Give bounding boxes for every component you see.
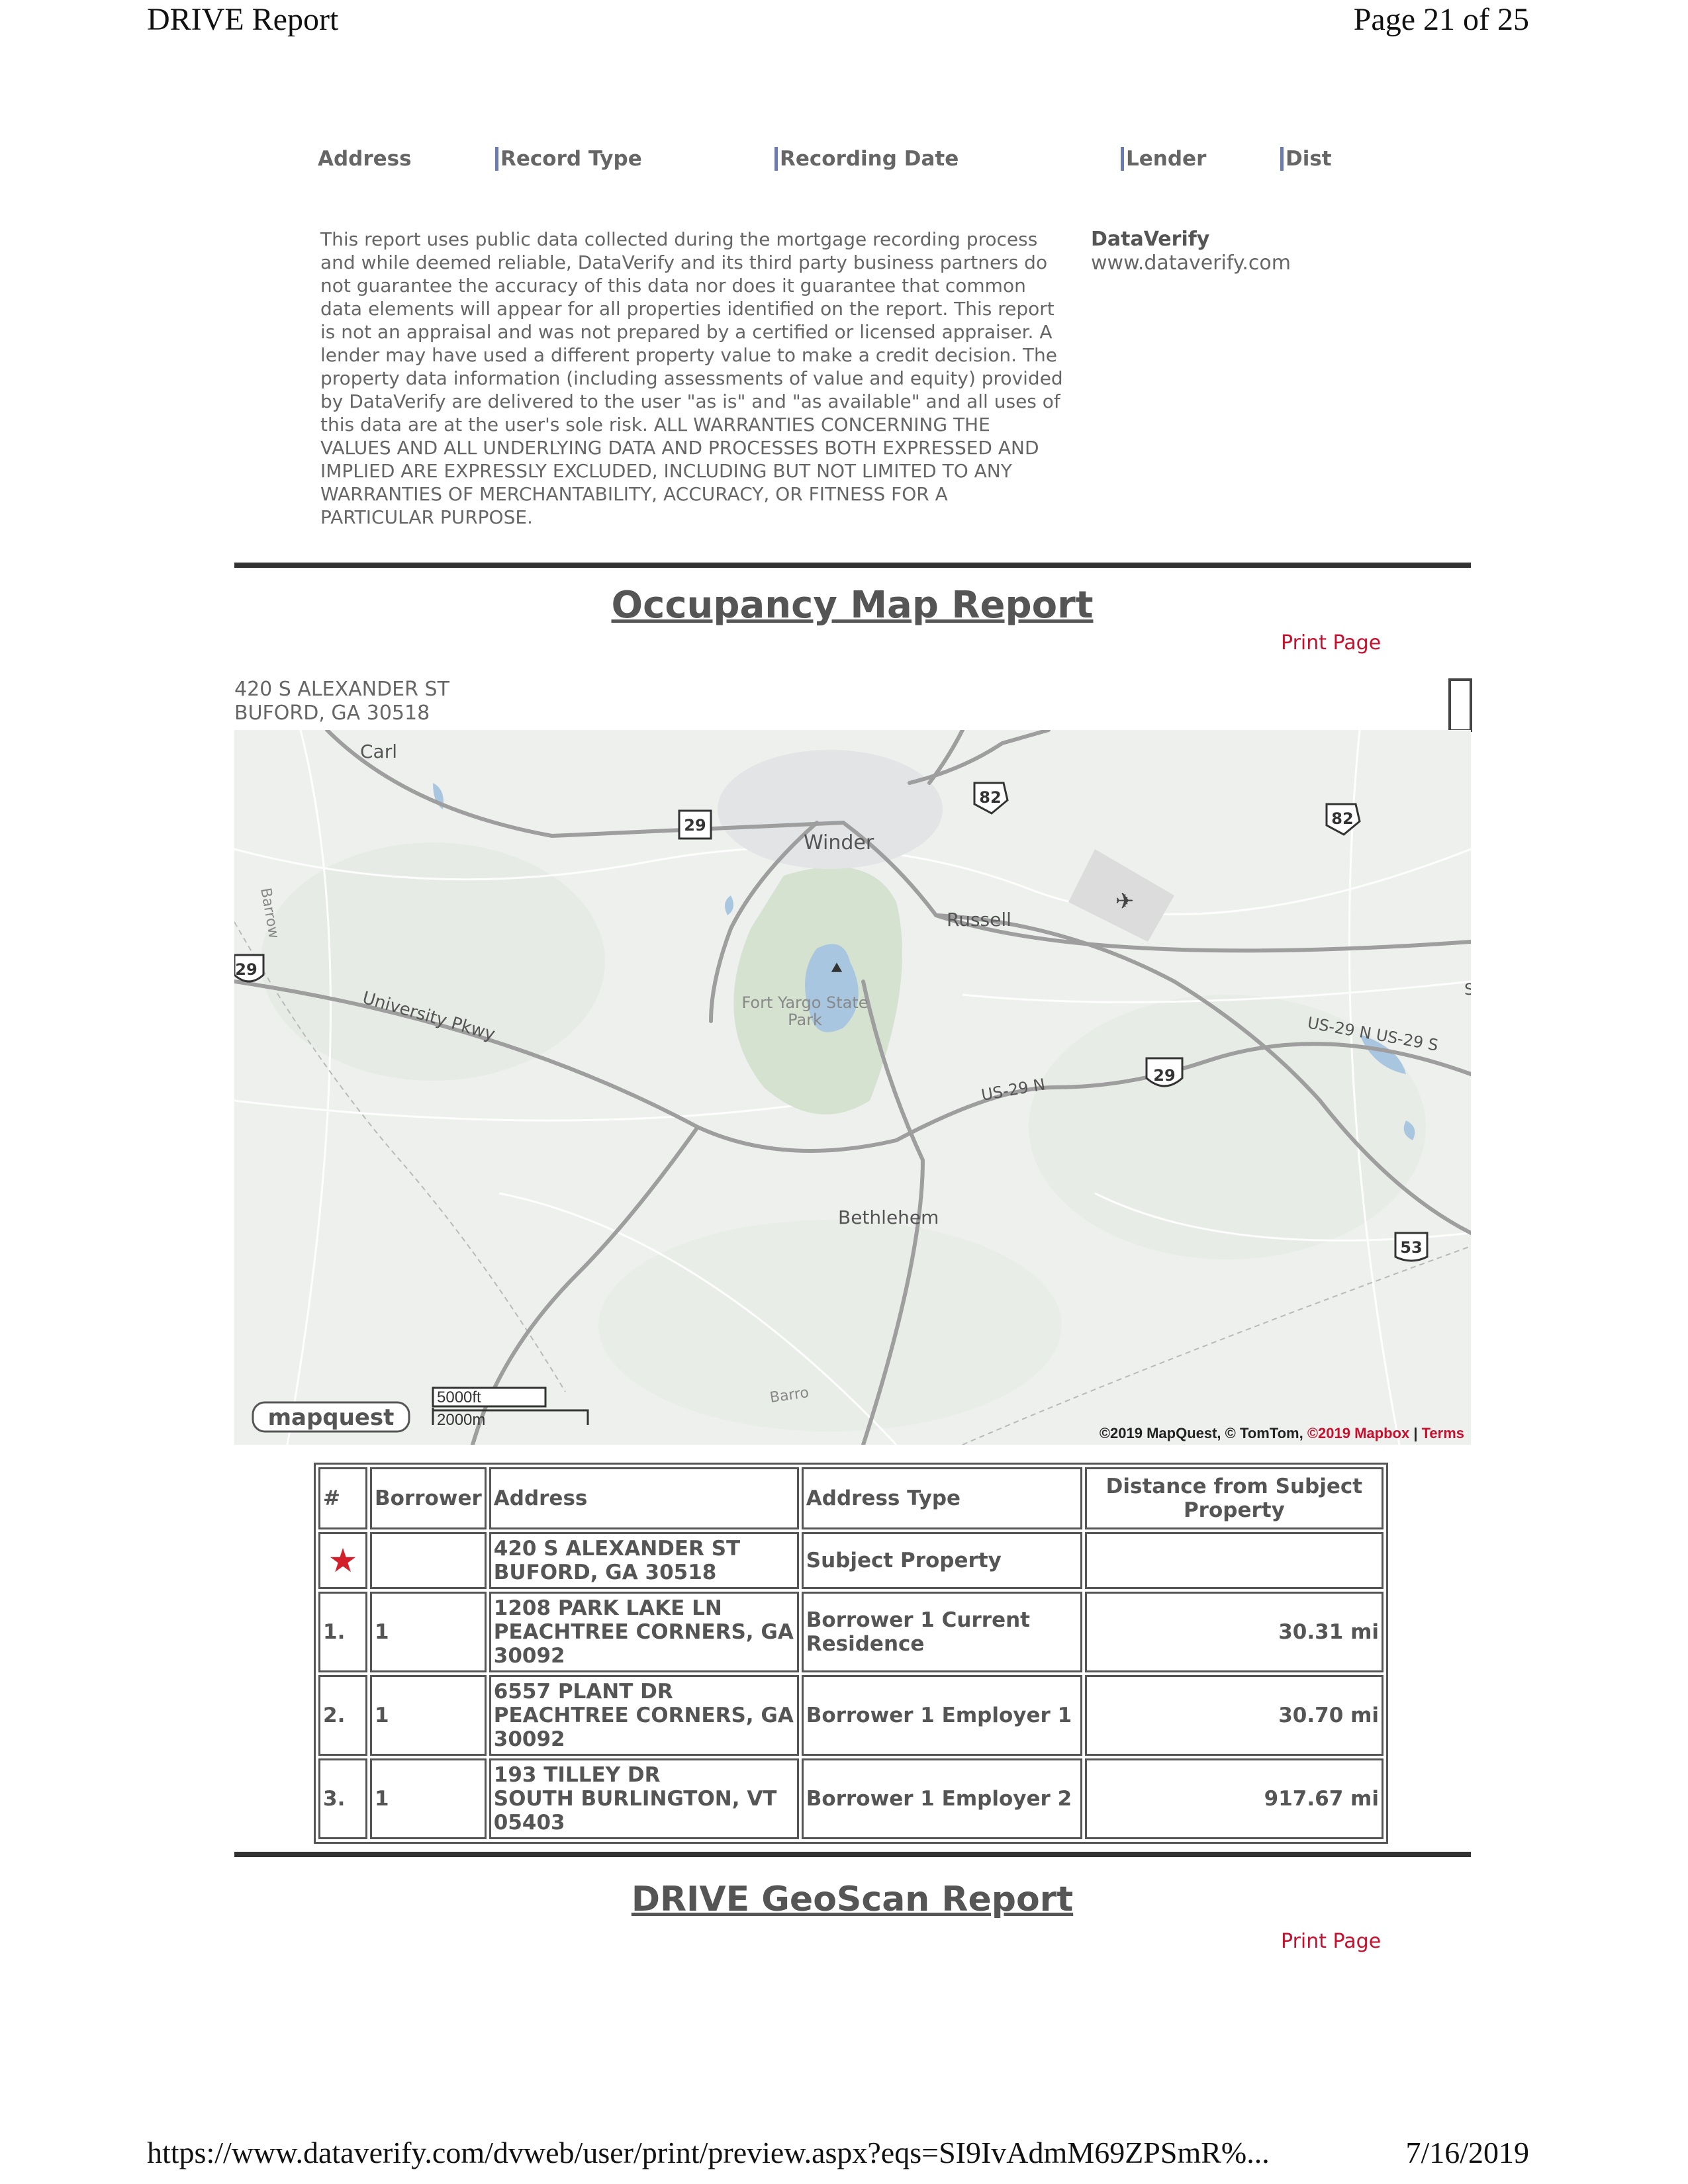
brand-url[interactable]: www.dataverify.com <box>1091 251 1291 275</box>
scale-m: 2000m <box>437 1411 485 1429</box>
th-borrower: Borrower <box>370 1467 487 1529</box>
col-header-address: Address <box>318 147 412 171</box>
map-label-russell: Russell <box>947 909 1011 931</box>
subject-type: Subject Property <box>801 1532 1082 1589</box>
subject-address-line2: BUFORD, GA 30518 <box>234 702 430 725</box>
subject-address-line1: 420 S ALEXANDER ST <box>234 678 449 701</box>
col-header-dist: Dist <box>1280 147 1332 171</box>
col-header-recording-date: Recording Date <box>774 147 959 171</box>
map-label-carl: Carl <box>360 741 397 762</box>
section-divider <box>234 563 1471 568</box>
table-row: 2. 1 6557 PLANT DR PEACHTREE CORNERS, GA 3… <box>318 1675 1383 1756</box>
terms-link[interactable]: Terms <box>1422 1425 1464 1441</box>
table-row: 1. 1 1208 PARK LAKE LN PEACHTREE CORNERS,… <box>318 1592 1383 1672</box>
row-address: 193 TILLEY DR SOUTH BURLINGTON, VT 05403 <box>489 1758 799 1839</box>
map-label-winder: Winder <box>804 831 874 854</box>
shield-82a: 82 <box>979 788 1001 807</box>
geoscan-print-page-link[interactable]: Print Page <box>1281 1930 1381 1953</box>
map-label-park2: Park <box>788 1011 822 1029</box>
row-address: 1208 PARK LAKE LN PEACHTREE CORNERS, GA 30… <box>489 1592 799 1672</box>
shield-29b: 29 <box>235 960 257 979</box>
mapbox-link[interactable]: ©2019 Mapbox <box>1307 1425 1409 1441</box>
brand-name: DataVerify <box>1091 228 1210 251</box>
footer-date: 7/16/2019 <box>1405 2136 1529 2169</box>
svg-text:✈: ✈ <box>1115 888 1135 915</box>
shield-29c: 29 <box>1153 1066 1175 1085</box>
col-header-lender: Lender <box>1121 147 1206 171</box>
th-distance: Distance from Subject Property <box>1084 1467 1383 1529</box>
occupancy-map[interactable]: ✈ 29 82 82 29 29 53 Carl Winder Russell … <box>234 730 1471 1445</box>
map-label-park1: Fort Yargo State <box>741 993 868 1012</box>
table-header-row: # Borrower Address Address Type Distance… <box>318 1467 1383 1529</box>
page-number: Page 21 of 25 <box>1353 2 1529 37</box>
th-num: # <box>318 1467 367 1529</box>
shield-82b: 82 <box>1331 809 1353 828</box>
th-address-type: Address Type <box>801 1467 1082 1529</box>
map-toggle-box[interactable] <box>1448 678 1472 732</box>
shield-29a: 29 <box>684 816 706 835</box>
subject-address: 420 S ALEXANDER ST BUFORD, GA 30518 <box>489 1532 799 1589</box>
section-divider <box>234 1852 1471 1857</box>
table-row: 3. 1 193 TILLEY DR SOUTH BURLINGTON, VT 05… <box>318 1758 1383 1839</box>
footer-url: https://www.dataverify.com/dvweb/user/pr… <box>147 2136 1270 2169</box>
disclaimer-text: This report uses public data collected d… <box>320 228 1063 528</box>
row-address: 6557 PLANT DR PEACHTREE CORNERS, GA 30092 <box>489 1675 799 1756</box>
map-label-s: S <box>1464 980 1471 999</box>
map-label-bethlehem: Bethlehem <box>838 1206 939 1228</box>
geoscan-title: DRIVE GeoScan Report <box>631 1880 1074 1919</box>
print-page-link[interactable]: Print Page <box>1281 631 1381 655</box>
occupancy-table: # Borrower Address Address Type Distance… <box>314 1463 1388 1844</box>
table-row-subject: ★ 420 S ALEXANDER ST BUFORD, GA 30518 Sub… <box>318 1532 1383 1589</box>
col-header-record-type: Record Type <box>495 147 642 171</box>
shield-53: 53 <box>1400 1238 1422 1257</box>
svg-text:⯅: ⯅ <box>829 957 845 980</box>
document-title: DRIVE Report <box>147 2 339 37</box>
map-copyright: ©2019 MapQuest, © TomTom, ©2019 Mapbox |… <box>1099 1425 1464 1441</box>
scale-ft: 5000ft <box>437 1388 481 1406</box>
occupancy-title: Occupancy Map Report <box>611 584 1094 627</box>
th-address: Address <box>489 1467 799 1529</box>
mapquest-logo: mapquest <box>268 1404 395 1431</box>
subject-star-icon: ★ <box>318 1532 367 1589</box>
